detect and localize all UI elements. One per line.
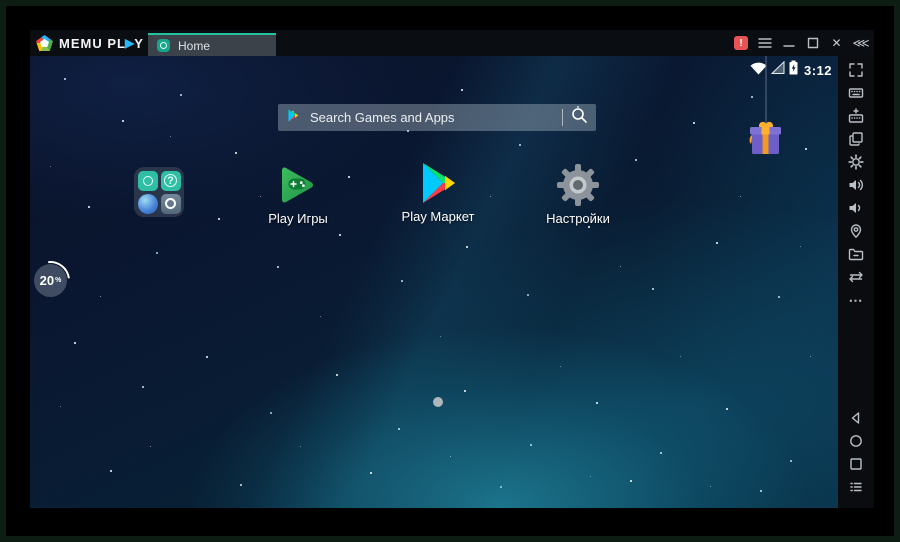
fullscreen-icon[interactable] <box>845 62 867 78</box>
maximize-button[interactable] <box>805 36 820 51</box>
memu-play-logo: MEMU PL ▶ Y <box>36 33 144 53</box>
app-play-games[interactable]: Play Игры <box>252 162 344 226</box>
search-bar[interactable] <box>278 104 596 131</box>
volume-up-icon[interactable] <box>845 177 867 193</box>
folder-mini-help-app-icon <box>137 170 158 191</box>
memu-logo-text: MEMU PL ▶ Y <box>59 36 144 51</box>
app-label: Play Маркет <box>401 209 475 224</box>
multi-instance-icon[interactable] <box>845 131 867 147</box>
battery-charging-icon <box>789 60 798 80</box>
progress-unit: % <box>55 277 62 284</box>
search-input[interactable] <box>310 110 554 125</box>
search-icon[interactable] <box>571 107 588 129</box>
folder-mini-camera-icon <box>160 193 181 214</box>
window-controls: ! ✕ ⋘ <box>734 30 872 56</box>
menu-icon[interactable] <box>757 36 772 51</box>
folder-mini-question-app-icon: ? <box>160 170 181 191</box>
search-divider <box>562 109 563 126</box>
clock-text: 3:12 <box>803 62 832 78</box>
app-label: Настройки <box>546 211 610 226</box>
home-tab-label: Home <box>178 38 211 53</box>
settings-gear-sidebar-icon[interactable] <box>845 154 867 170</box>
window-titlebar: MEMU PL ▶ Y Home ! ✕ ⋘ <box>30 30 874 56</box>
keymapping-icon[interactable] <box>845 108 867 124</box>
tab-home[interactable]: Home <box>148 33 276 56</box>
sync-rotate-icon[interactable] <box>845 269 867 285</box>
logo-text-main: MEMU PL <box>59 35 126 51</box>
progress-value: 20 <box>39 273 55 288</box>
notification-badge-icon[interactable]: ! <box>734 36 748 50</box>
app-play-market[interactable]: Play Маркет <box>392 160 484 224</box>
android-home-screen: 3:12 Search Games and Apps ? Play Игры P… <box>30 56 838 508</box>
app-settings[interactable]: Настройки <box>532 162 624 226</box>
back-button-icon[interactable] <box>845 410 867 426</box>
page-indicator-dot <box>433 397 443 407</box>
app-label: Play Игры <box>268 211 328 226</box>
gift-box-icon[interactable] <box>746 56 784 165</box>
keyboard-icon[interactable] <box>845 85 867 101</box>
home-button-icon[interactable] <box>845 433 867 449</box>
play-market-icon <box>423 163 455 203</box>
collapse-sidebar-icon[interactable]: ⋘ <box>852 36 869 51</box>
app-folder[interactable]: ? <box>134 167 184 217</box>
memu-pentagon-icon <box>36 35 53 51</box>
minimize-button[interactable] <box>781 36 796 51</box>
starfield-small <box>30 56 31 57</box>
recents-button-icon[interactable] <box>845 456 867 472</box>
android-nav-buttons <box>838 410 874 502</box>
more-options-icon[interactable]: ⋯ <box>845 292 867 308</box>
logo-text-end: Y <box>134 35 144 51</box>
task-list-icon[interactable] <box>845 479 867 495</box>
folder-mini-browser-icon <box>137 193 158 214</box>
home-tab-icon <box>157 39 170 52</box>
emulator-sidebar: ⋯ <box>838 56 874 508</box>
location-icon[interactable] <box>845 223 867 239</box>
app-window: MEMU PL ▶ Y Home ! ✕ ⋘ 3:12 Search Games… <box>0 0 900 542</box>
loading-progress-badge[interactable]: 20% <box>34 264 67 297</box>
close-button[interactable]: ✕ <box>829 36 844 51</box>
volume-down-icon[interactable] <box>845 200 867 216</box>
shared-folder-icon[interactable] <box>845 246 867 262</box>
google-play-icon <box>286 108 300 128</box>
play-games-icon <box>282 167 314 203</box>
settings-gear-icon <box>557 164 599 206</box>
